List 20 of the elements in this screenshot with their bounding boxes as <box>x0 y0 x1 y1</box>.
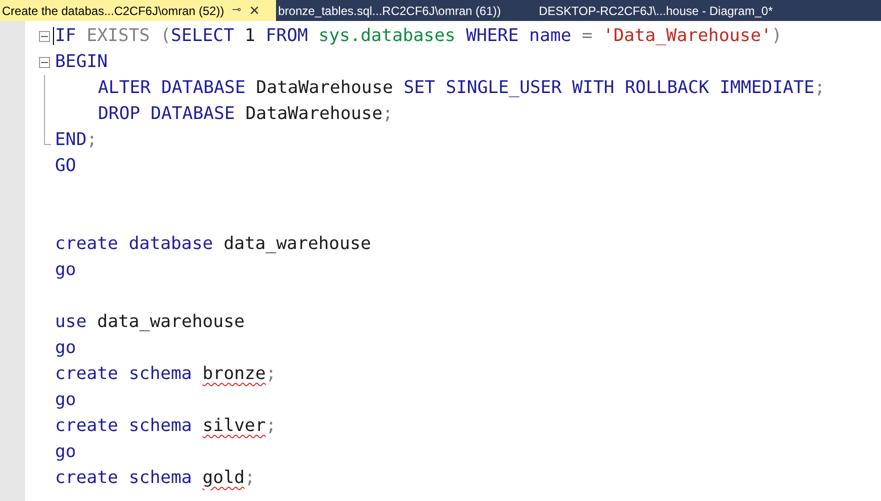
pin-icon[interactable]: ⊸ <box>232 2 242 19</box>
code-line: IF EXISTS (SELECT 1 FROM sys.databases WHERE name = 'Data_Warehouse') <box>55 25 782 48</box>
document-tab[interactable]: Create the databas...C2CF6J\omran (52)) ⊸ ✕ <box>0 0 276 21</box>
collapse-icon[interactable] <box>38 30 50 42</box>
code-line: DROP DATABASE DataWarehouse; <box>97 103 394 126</box>
close-icon[interactable]: ✕ <box>249 0 260 20</box>
code-line: use data_warehouse <box>55 311 245 334</box>
code-line: END; <box>55 129 98 152</box>
code-line: go <box>55 389 76 412</box>
code-line: go <box>55 441 76 464</box>
code-line: create schema silver; <box>55 415 276 438</box>
code-line: create database data_warehouse <box>55 233 372 256</box>
code-line: create schema gold; <box>55 467 256 490</box>
code-line: go <box>55 259 76 282</box>
code-line: ALTER DATABASE DataWarehouse SET SINGLE_USER WITH ROLLBACK IMMEDIATE; <box>97 77 826 100</box>
code-line: BEGIN <box>55 51 108 74</box>
code-line: create schema bronze; <box>55 363 276 386</box>
code-line: go <box>55 337 76 360</box>
code-line: GO <box>55 155 76 178</box>
collapse-icon[interactable] <box>38 56 50 68</box>
